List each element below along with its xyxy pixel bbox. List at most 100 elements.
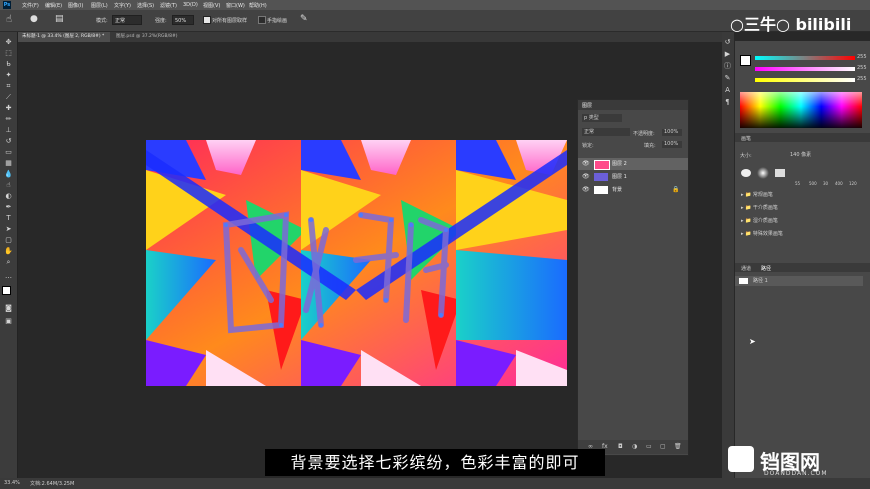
hand-tool-icon[interactable]: ✋ [4,247,13,256]
tab-doc-1[interactable]: 未标题-1 @ 33.4% (图层 2, RGB/8#) * [18,32,110,42]
quick-mask-icon[interactable]: ◙ [4,304,13,313]
menu-3d[interactable]: 3D(D) [183,2,198,8]
history-brush-tool-icon[interactable]: ↺ [4,137,13,146]
brush-settings-icon[interactable]: ✎ [723,74,732,83]
foreground-color-swatch[interactable] [2,286,11,295]
right-panels: 255 255 255 画笔 大小: 140 像素 55 500 30 400 … [735,41,870,478]
layer-name: 图层 1 [612,174,627,180]
sample-all-checkbox[interactable] [203,16,211,24]
visibility-eye-icon[interactable]: 👁 [582,184,590,196]
layer-row-background[interactable]: 👁 背景 🔒 [578,184,688,196]
quick-select-tool-icon[interactable]: ✦ [4,71,13,80]
brush-folder-2[interactable]: ▸ 📁 干介质画笔 [741,204,778,211]
move-tool-icon[interactable]: ✥ [4,38,13,47]
brush-panel-title[interactable]: 画笔 [741,135,751,142]
tab-channels[interactable]: 通道 [741,265,751,272]
menu-help[interactable]: 帮助(H) [249,2,267,9]
layers-panel-title[interactable]: 图层 [582,102,592,109]
marquee-tool-icon[interactable]: ⬚ [4,49,13,58]
menu-view[interactable]: 视图(V) [203,2,220,9]
mask-icon[interactable]: ◘ [618,440,623,454]
tools-panel: ✥ ⬚ ᑲ ✦ ⌗ ⟋ ✚ ✏ ⊥ ↺ ▭ ▦ 💧 ☝ ◐ ✒ T ➤ ▢ ✋ … [0,32,18,478]
brush-panel-header: 画笔 [735,133,870,142]
document-tabs: 未标题-1 @ 33.4% (图层 2, RGB/8#) * 图层.psd @ … [18,32,722,42]
color-ramp[interactable] [740,92,862,128]
layer-row-1[interactable]: 👁 图层 1 [578,171,688,183]
blur-tool-icon[interactable]: 💧 [4,170,13,179]
brush-size-value[interactable]: 140 像素 [790,151,811,158]
brush-folder-3[interactable]: ▸ 📁 湿介质画笔 [741,217,778,224]
new-layer-icon[interactable]: ▢ [660,440,666,454]
bilibili-brand: ○三牛○ bilibili [730,15,852,34]
smudge-tool-icon[interactable]: ☝ [6,14,12,25]
layer-row-2[interactable]: 👁 图层 2 [578,158,688,170]
tab-paths[interactable]: 路径 [761,265,771,272]
color-fg-swatch[interactable] [740,55,751,66]
menu-edit[interactable]: 编辑(E) [45,2,62,9]
menu-image[interactable]: 图像(I) [68,2,83,9]
path-row[interactable]: 路径 1 [735,276,863,286]
eraser-tool-icon[interactable]: ▭ [4,148,13,157]
info-icon[interactable]: ⓘ [723,62,732,71]
brush-preset-2[interactable] [757,167,769,179]
eyedropper-tool-icon[interactable]: ⟋ [4,93,13,102]
play-action-icon[interactable]: ▶ [723,50,732,59]
more-tools-icon[interactable]: … [4,272,13,281]
finger-checkbox[interactable] [258,16,266,24]
stamp-tool-icon[interactable]: ⊥ [4,126,13,135]
green-value[interactable]: 255 [857,65,867,71]
paragraph-icon[interactable]: ¶ [723,98,732,107]
brush-preset-icon[interactable]: ● [30,14,38,24]
lasso-tool-icon[interactable]: ᑲ [4,60,13,69]
menu-type[interactable]: 文字(Y) [114,2,131,9]
path-select-tool-icon[interactable]: ➤ [4,225,13,234]
delete-layer-icon[interactable]: 🗑 [674,440,682,454]
red-value[interactable]: 255 [857,54,867,60]
brush-panel-icon[interactable]: ▤ [55,14,64,24]
blue-slider[interactable] [755,78,855,82]
layer-kind-filter[interactable]: p 类型 [582,114,622,122]
brush-folder-1[interactable]: ▸ 📁 常规画笔 [741,191,773,198]
adjustment-icon[interactable]: ◑ [632,440,637,454]
path-name: 路径 1 [753,278,768,284]
shape-tool-icon[interactable]: ▢ [4,236,13,245]
gradient-tool-icon[interactable]: ▦ [4,159,13,168]
brush-size-label: 大小: [740,153,752,159]
layer-fill-field[interactable]: 100% [662,141,682,148]
visibility-eye-icon[interactable]: 👁 [582,158,590,170]
healing-tool-icon[interactable]: ✚ [4,104,13,113]
mode-select[interactable]: 正常 [112,15,142,25]
green-slider[interactable] [755,67,855,71]
menu-layer[interactable]: 图层(L) [91,2,108,9]
smudge-tool-side-icon[interactable]: ☝ [4,181,13,190]
tab-doc-2[interactable]: 图层.psd @ 37.2%(RGB/8#) [112,32,202,42]
crop-tool-icon[interactable]: ⌗ [4,82,13,91]
strength-field[interactable]: 50% [172,15,194,25]
brush-preset-1[interactable] [741,169,751,177]
menu-window[interactable]: 窗口(W) [226,2,245,9]
menu-filter[interactable]: 滤镜(T) [160,2,177,9]
type-tool-icon[interactable]: T [4,214,13,223]
blue-value[interactable]: 255 [857,76,867,82]
zoom-level[interactable]: 33.4% [4,480,20,486]
layer-blend-mode[interactable]: 正常 [582,128,630,136]
red-slider[interactable] [755,56,855,60]
layer-opacity-field[interactable]: 100% [662,129,682,136]
brush-preset-3[interactable] [775,169,785,177]
history-icon[interactable]: ↺ [723,38,732,47]
brush-folder-4[interactable]: ▸ 📁 特殊效果画笔 [741,230,783,237]
dodge-tool-icon[interactable]: ◐ [4,192,13,201]
screen-mode-icon[interactable]: ▣ [4,317,13,326]
menu-file[interactable]: 文件(F) [22,2,39,9]
pressure-icon[interactable]: ✎ [300,14,308,24]
layer-name: 图层 2 [612,161,627,167]
menu-select[interactable]: 选择(S) [137,2,154,9]
character-icon[interactable]: A [723,86,732,95]
visibility-eye-icon[interactable]: 👁 [582,171,590,183]
group-icon[interactable]: ▭ [646,440,652,454]
pen-tool-icon[interactable]: ✒ [4,203,13,212]
brush-tool-icon[interactable]: ✏ [4,115,13,124]
colorful-background-artwork [146,140,567,386]
zoom-tool-icon[interactable]: ⌕ [4,258,13,267]
document-canvas[interactable] [146,140,567,386]
